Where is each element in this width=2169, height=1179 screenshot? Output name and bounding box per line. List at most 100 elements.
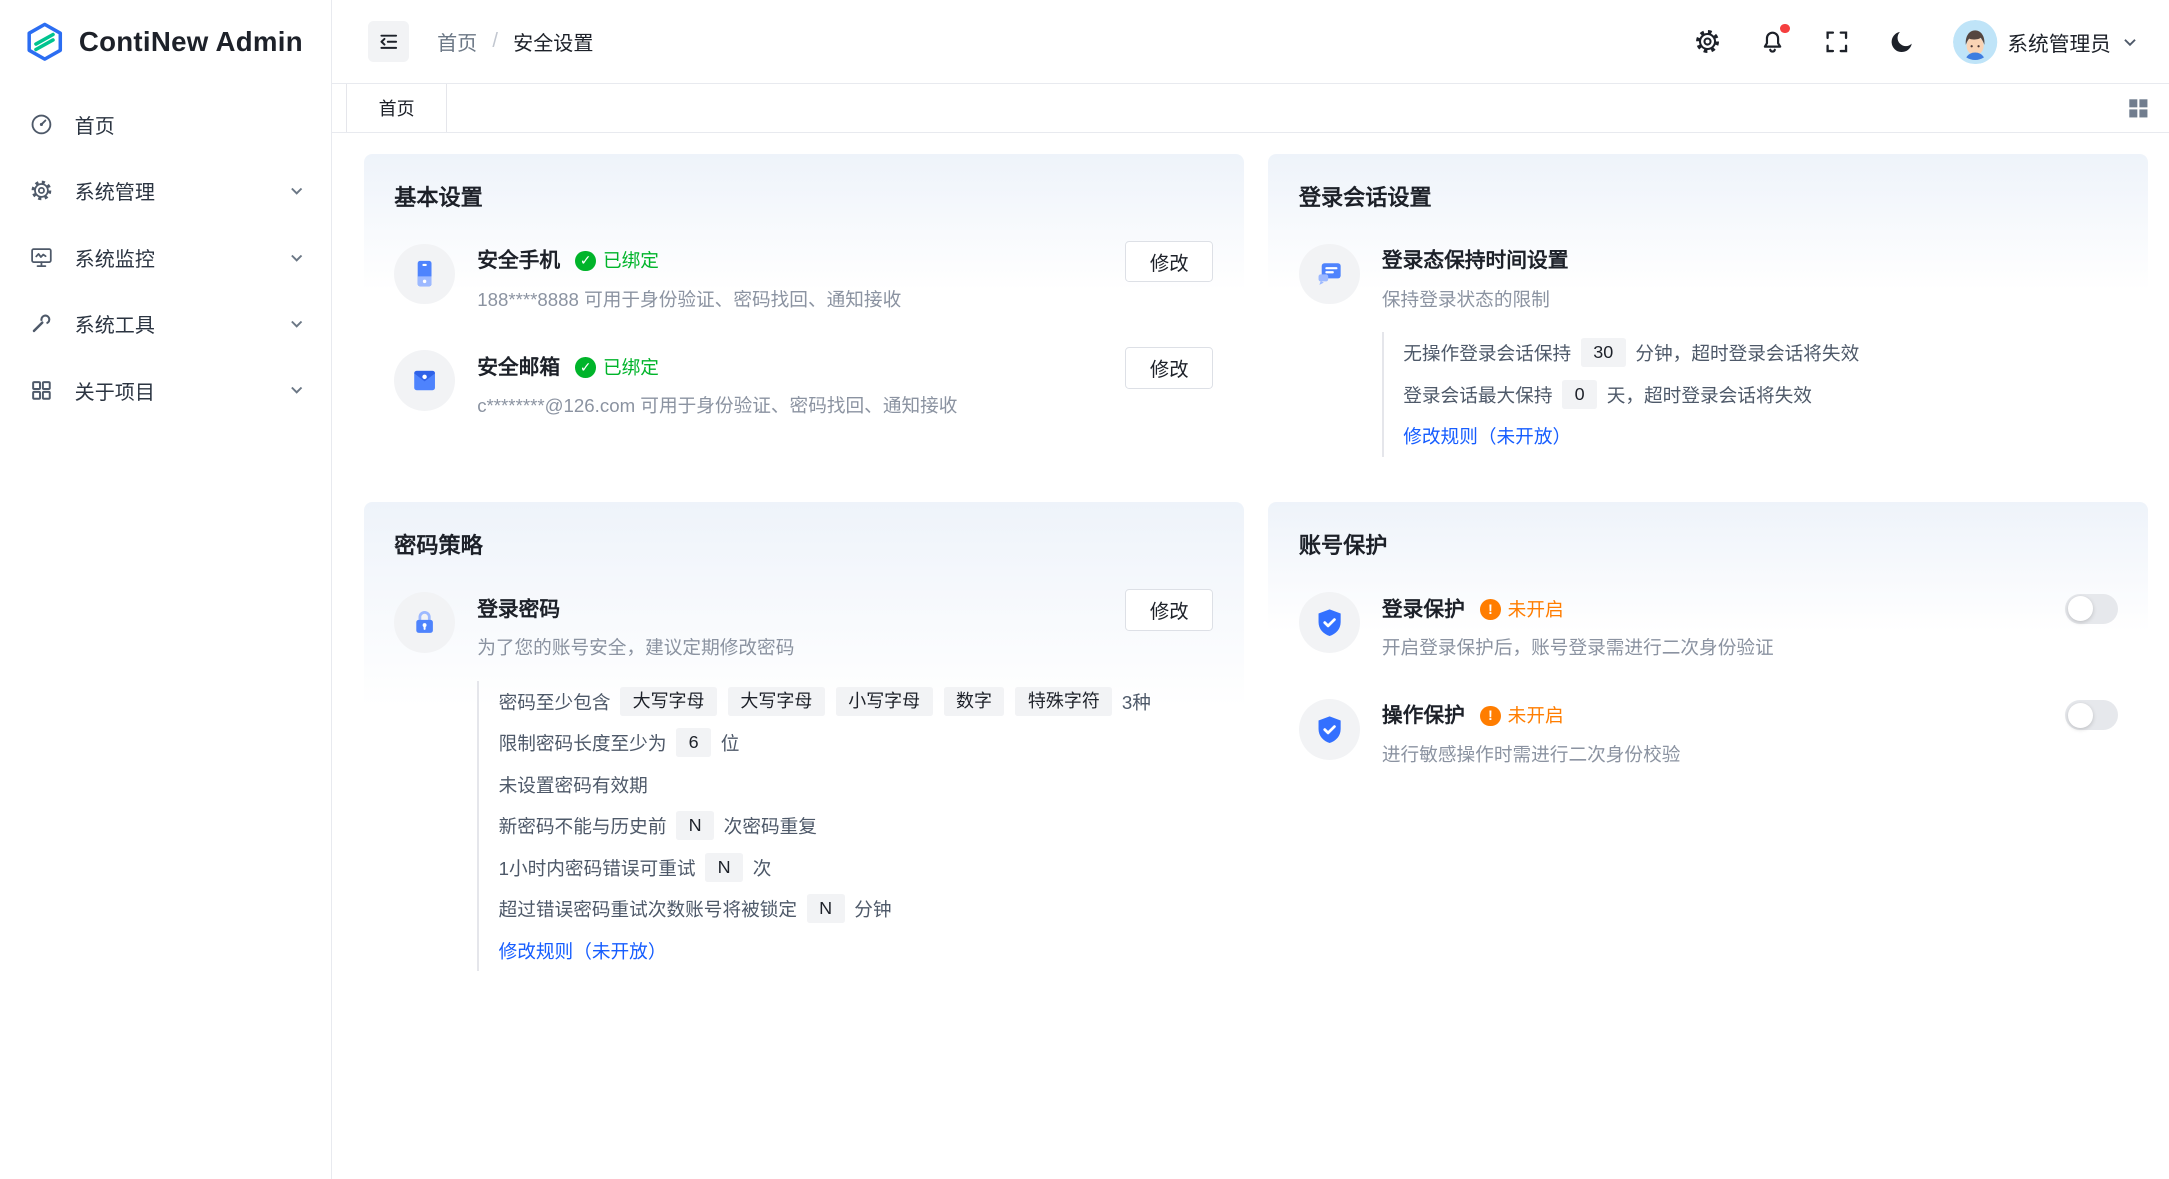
rule-text: 天，超时登录会话将失效 — [1607, 381, 1812, 408]
rule-idle-timeout: 无操作登录会话保持 30 分钟，超时登录会话将失效 — [1403, 332, 2118, 373]
sidebar-item-label: 关于项目 — [75, 376, 155, 405]
app-logo-icon — [24, 21, 65, 62]
lock-icon — [394, 592, 455, 653]
login-protection-info: 登录保护 ! 未开启 开启登录保护后，账号登录需进行二次身份验证 — [1382, 592, 2043, 661]
modify-session-rules-link[interactable]: 修改规则（未开放） — [1403, 415, 2118, 456]
gear-icon — [1693, 27, 1723, 56]
chevron-down-icon — [287, 380, 306, 399]
rule-text: 次 — [753, 854, 772, 881]
bound-badge: ✓ 已绑定 — [575, 353, 659, 382]
badge-label: 未开启 — [1508, 595, 1564, 624]
password-rules: 密码至少包含 大写字母 大写字母 小写字母 数字 特殊字符 3种 限制密 — [477, 681, 1103, 971]
breadcrumb: 首页 / 安全设置 — [437, 27, 593, 56]
shield-check-icon — [1299, 699, 1360, 760]
rule-text: 超过错误密码重试次数账号将被锁定 — [499, 895, 798, 922]
tab-home[interactable]: 首页 — [346, 84, 448, 131]
action-protection-toggle[interactable] — [2065, 700, 2118, 730]
notifications-button[interactable] — [1758, 26, 1788, 56]
card-title: 登录会话设置 — [1299, 180, 2118, 212]
card-title: 账号保护 — [1299, 528, 2118, 560]
bound-badge: ✓ 已绑定 — [575, 246, 659, 275]
session-rules: 无操作登录会话保持 30 分钟，超时登录会话将失效 登录会话最大保持 0 天，超… — [1382, 332, 2118, 456]
grid-icon — [29, 378, 54, 403]
settings-button[interactable] — [1693, 26, 1723, 56]
rule-text: 3种 — [1122, 688, 1151, 715]
rule-value: N — [705, 853, 743, 882]
card-password-policy: 密码策略 登录密码 为了您的账号安全，建议定期修改密码 — [364, 502, 1244, 990]
rule-text: 分钟，超时登录会话将失效 — [1635, 339, 1859, 366]
charset-tag: 特殊字符 — [1015, 687, 1112, 716]
fullscreen-button[interactable] — [1823, 26, 1853, 56]
sidebar-menu: 首页 系统管理 系统监控 — [0, 84, 331, 423]
rule-text: 无操作登录会话保持 — [1403, 339, 1571, 366]
rule-contains: 密码至少包含 大写字母 大写字母 小写字母 数字 特殊字符 3种 — [499, 681, 1104, 722]
charset-tag: 数字 — [944, 687, 1005, 716]
toggle-knob — [2068, 703, 2093, 728]
login-protection-title: 登录保护 — [1382, 595, 1465, 624]
grid-icon — [2128, 98, 2149, 119]
rule-value: 30 — [1581, 338, 1626, 367]
modify-password-rules-link[interactable]: 修改规则（未开放） — [499, 930, 1104, 971]
rule-text: 新密码不能与历史前 — [499, 812, 667, 839]
card-title: 密码策略 — [394, 528, 1213, 560]
gear-icon — [29, 178, 54, 203]
rule-text: 分钟 — [854, 895, 891, 922]
breadcrumb-separator: / — [492, 30, 498, 53]
action-protection-title: 操作保护 — [1382, 701, 1465, 730]
dashboard-icon — [29, 112, 54, 137]
toggle-knob — [2068, 596, 2093, 621]
rule-text: 登录会话最大保持 — [1403, 381, 1552, 408]
breadcrumb-home[interactable]: 首页 — [437, 27, 477, 56]
not-enabled-badge: ! 未开启 — [1480, 595, 1564, 624]
login-protection-desc: 开启登录保护后，账号登录需进行二次身份验证 — [1382, 636, 2043, 661]
sidebar-item-system-monitor[interactable]: 系统监控 — [0, 224, 331, 290]
email-value: c********@126.com — [477, 395, 635, 416]
sidebar-item-label: 系统监控 — [75, 243, 155, 272]
chevron-down-icon — [2121, 33, 2139, 51]
user-menu[interactable]: 系统管理员 — [1953, 20, 2138, 64]
sidebar-collapse-button[interactable] — [368, 21, 409, 62]
charset-tag: 小写字母 — [836, 687, 933, 716]
rule-text: 限制密码长度至少为 — [499, 729, 667, 756]
rule-value: 0 — [1562, 380, 1597, 409]
badge-label: 已绑定 — [603, 246, 659, 275]
modify-phone-button[interactable]: 修改 — [1125, 241, 1213, 282]
action-protection-info: 操作保护 ! 未开启 进行敏感操作时需进行二次身份校验 — [1382, 699, 2043, 768]
check-circle-icon: ✓ — [575, 357, 596, 378]
badge-label: 已绑定 — [603, 353, 659, 382]
warn-circle-icon: ! — [1480, 599, 1501, 620]
tab-actions-button[interactable] — [2128, 84, 2169, 131]
chevron-down-icon — [287, 314, 306, 333]
rule-retry: 1小时内密码错误可重试 N 次 — [499, 847, 1104, 888]
session-info: 登录态保持时间设置 保持登录状态的限制 无操作登录会话保持 30 分钟，超时登录… — [1382, 244, 2118, 457]
sidebar-item-system-management[interactable]: 系统管理 — [0, 158, 331, 224]
rule-value: 6 — [676, 728, 711, 757]
rule-value: N — [807, 894, 845, 923]
tab-bar: 首页 — [332, 84, 2169, 132]
card-session-settings: 登录会话设置 登录态保持时间设置 保持登录状态的限制 — [1268, 154, 2148, 479]
tab-label: 首页 — [379, 95, 415, 121]
app-logo-row[interactable]: ContiNew Admin — [0, 0, 331, 84]
sidebar-item-about[interactable]: 关于项目 — [0, 357, 331, 423]
rule-max-duration: 登录会话最大保持 0 天，超时登录会话将失效 — [1403, 374, 2118, 415]
rule-text: 位 — [721, 729, 740, 756]
card-title: 基本设置 — [394, 180, 1213, 212]
rule-text: 密码至少包含 — [499, 688, 611, 715]
user-name: 系统管理员 — [2007, 27, 2111, 57]
moon-icon — [1888, 28, 1918, 56]
security-email-row: 安全邮箱 ✓ 已绑定 c********@126.com 可用于身份验证、密码找… — [394, 350, 1213, 419]
sidebar-item-label: 系统工具 — [75, 309, 155, 338]
dark-mode-button[interactable] — [1888, 26, 1918, 56]
card-account-protection: 账号保护 登录保护 ! 未开启 开启登 — [1268, 502, 2148, 810]
not-enabled-badge: ! 未开启 — [1480, 701, 1564, 730]
action-protection-desc: 进行敏感操作时需进行二次身份校验 — [1382, 743, 2043, 768]
modify-email-button[interactable]: 修改 — [1125, 347, 1213, 388]
sidebar-item-system-tools[interactable]: 系统工具 — [0, 290, 331, 356]
chevron-down-icon — [287, 248, 306, 267]
sidebar-item-home[interactable]: 首页 — [0, 91, 331, 157]
modify-password-button[interactable]: 修改 — [1125, 589, 1213, 630]
login-protection-toggle[interactable] — [2065, 594, 2118, 624]
login-password-info: 登录密码 为了您的账号安全，建议定期修改密码 密码至少包含 大写字母 大写字母 … — [477, 592, 1103, 971]
chat-icon — [1299, 244, 1360, 305]
security-email-info: 安全邮箱 ✓ 已绑定 c********@126.com 可用于身份验证、密码找… — [477, 350, 1103, 419]
